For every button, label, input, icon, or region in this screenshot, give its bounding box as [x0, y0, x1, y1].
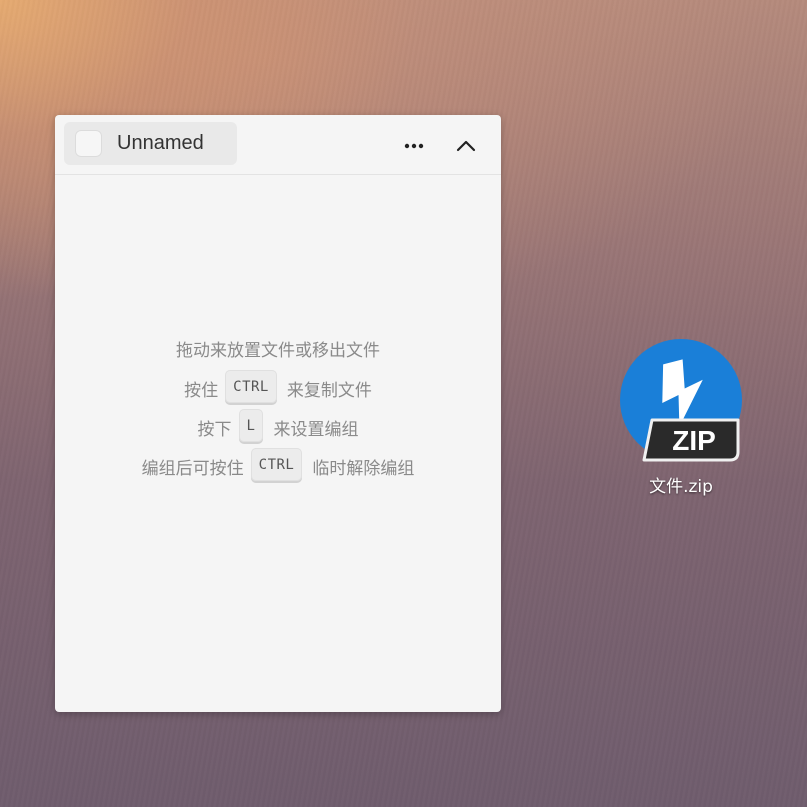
- l-key-badge: L: [238, 409, 264, 442]
- drop-area[interactable]: 拖动来放置文件或移出文件 按住 CTRL 来复制文件 按下 L 来设置编组 编组…: [55, 176, 501, 712]
- more-horizontal-icon: [404, 143, 424, 149]
- zip-badge-text: ZIP: [672, 425, 716, 456]
- hint-text-before: 按住: [184, 381, 219, 401]
- hint-text-after: 来设置编组: [273, 420, 359, 440]
- zip-archive-icon: ZIP: [620, 339, 742, 462]
- ctrl-key-badge: CTRL: [225, 370, 277, 403]
- hint-drag-files: 拖动来放置文件或移出文件: [55, 336, 501, 361]
- group-selector[interactable]: Unnamed: [64, 122, 237, 165]
- desktop-file-zip[interactable]: ZIP 文件.zip: [614, 338, 748, 498]
- hint-text-after: 来复制文件: [286, 381, 372, 401]
- hint-set-group: 按下 L 来设置编组: [55, 409, 501, 444]
- hint-text-after: 临时解除编组: [312, 459, 415, 479]
- group-name-label: Unnamed: [117, 132, 204, 154]
- hint-ungroup: 编组后可按住 CTRL 临时解除编组: [55, 448, 501, 483]
- hint-text-before: 编组后可按住: [141, 459, 244, 479]
- file-name-label: 文件.zip: [649, 477, 713, 497]
- collapse-button[interactable]: [452, 133, 480, 159]
- hint-text-before: 按下: [197, 420, 232, 440]
- ctrl-key-badge: CTRL: [250, 448, 303, 481]
- chevron-up-icon: [456, 140, 476, 152]
- hint-text: 拖动来放置文件或移出文件: [176, 341, 380, 361]
- more-options-button[interactable]: [400, 133, 428, 159]
- panel-header: Unnamed: [55, 115, 501, 175]
- group-checkbox[interactable]: [75, 130, 102, 157]
- drop-box-panel[interactable]: Unnamed 拖动来放置文件或移出文件 按住 CTRL 来复制文件 按下 L …: [55, 115, 501, 712]
- hint-copy-files: 按住 CTRL 来复制文件: [55, 370, 501, 405]
- desktop[interactable]: Unnamed 拖动来放置文件或移出文件 按住 CTRL 来复制文件 按下 L …: [0, 0, 807, 807]
